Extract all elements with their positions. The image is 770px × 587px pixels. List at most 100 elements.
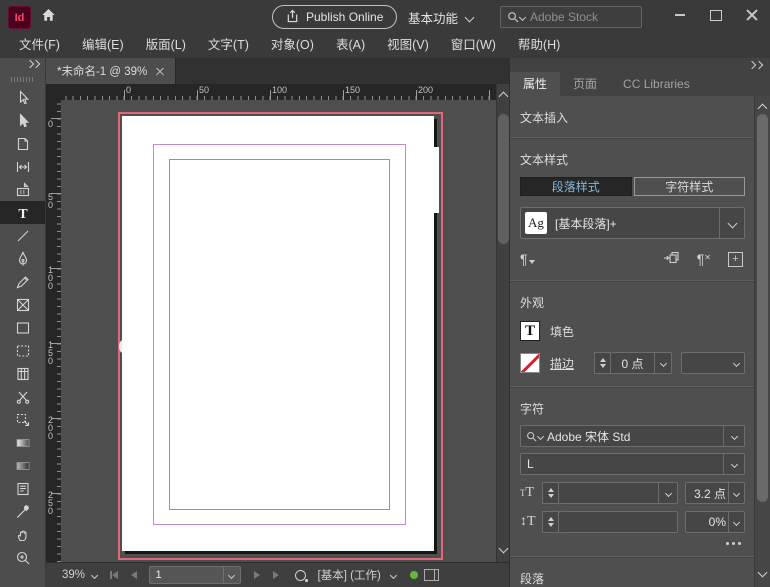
font-family-dropdown[interactable]: Adobe 宋体 Std: [520, 425, 745, 447]
panel-scrollbar[interactable]: [754, 96, 770, 587]
divider: [510, 137, 755, 138]
panel-tab-cc-libraries[interactable]: CC Libraries: [610, 72, 703, 96]
tools-collapse-button[interactable]: [0, 58, 45, 74]
leading-icon: ↕T: [520, 514, 542, 530]
canvas-vertical-scrollbar[interactable]: [496, 84, 510, 563]
home-icon[interactable]: [40, 7, 57, 26]
zoom-tool[interactable]: [0, 546, 45, 569]
gap-tool[interactable]: [0, 155, 45, 178]
panel-tab-属性[interactable]: 属性: [510, 72, 560, 96]
pencil-tool[interactable]: [0, 270, 45, 293]
fill-color-swatch[interactable]: T: [520, 321, 540, 341]
page-number-value: 1: [150, 569, 223, 581]
maximize-button[interactable]: [698, 0, 734, 30]
font-size-row: TT 3.2 点: [520, 482, 745, 504]
last-page-button[interactable]: [273, 571, 279, 579]
panel-collapse-button[interactable]: [749, 62, 762, 68]
scissors-tool[interactable]: [0, 385, 45, 408]
menu-item-帮助h[interactable]: 帮助(H): [507, 32, 571, 58]
menu-item-编辑e[interactable]: 编辑(E): [71, 32, 135, 58]
scroll-down-icon[interactable]: [499, 544, 509, 554]
previous-page-button[interactable]: [131, 571, 137, 579]
rectangle-frame-tool[interactable]: [0, 293, 45, 316]
font-search-icon: [521, 431, 547, 442]
style-tab-段落样式[interactable]: 段落样式: [520, 177, 632, 196]
menu-item-文字t[interactable]: 文字(T): [197, 32, 260, 58]
horizontal-ruler[interactable]: 050100150200: [61, 84, 497, 101]
eyedropper-tool[interactable]: [0, 500, 45, 523]
redefine-style-button[interactable]: [663, 250, 680, 268]
pen-tool[interactable]: [0, 247, 45, 270]
document-tab[interactable]: *未命名-1 @ 39%: [46, 58, 176, 84]
fill-label: 填色: [550, 323, 574, 340]
ruler-origin-corner[interactable]: [46, 84, 62, 101]
tools-drag-grip[interactable]: [11, 77, 34, 82]
rectangle-tool[interactable]: [0, 316, 45, 339]
free-transform-tool[interactable]: [0, 408, 45, 431]
zoom-level-dropdown[interactable]: 39%: [62, 569, 97, 581]
menu-item-对象o[interactable]: 对象(O): [260, 32, 325, 58]
hand-tool[interactable]: [0, 523, 45, 546]
gradient-swatch-tool[interactable]: [0, 431, 45, 454]
font-size-stepper[interactable]: [542, 482, 559, 504]
ruler-tick-label: 5 0: [48, 193, 53, 209]
stroke-weight-stepper[interactable]: [594, 352, 611, 374]
first-page-button[interactable]: [110, 571, 118, 579]
scale-dropdown[interactable]: 0%: [685, 511, 745, 533]
preflight-dropdown-icon[interactable]: [390, 571, 397, 578]
leading-dropdown[interactable]: [559, 511, 678, 533]
create-style-button[interactable]: +: [728, 252, 743, 267]
panel-tab-页面[interactable]: 页面: [560, 72, 610, 96]
content-collector-tool[interactable]: [0, 178, 45, 201]
canvas-viewport[interactable]: [61, 100, 497, 563]
size-secondary-dropdown[interactable]: 3.2 点: [685, 482, 745, 504]
page-tool[interactable]: [0, 132, 45, 155]
text-frame[interactable]: [169, 159, 390, 510]
scroll-down-icon[interactable]: [758, 568, 768, 578]
line-tool[interactable]: [0, 224, 45, 247]
workspace-switcher[interactable]: 基本功能: [408, 8, 473, 27]
font-size-icon: TT: [520, 485, 542, 501]
stroke-weight-dropdown[interactable]: 0 点: [611, 352, 672, 374]
scrollbar-thumb[interactable]: [757, 114, 768, 502]
menu-item-视图v[interactable]: 视图(V): [376, 32, 440, 58]
stroke-label[interactable]: 描边: [550, 355, 574, 372]
menu-item-窗口w[interactable]: 窗口(W): [440, 32, 507, 58]
menu-item-文件f[interactable]: 文件(F): [8, 32, 71, 58]
style-tab-字符样式[interactable]: 字符样式: [634, 177, 746, 196]
vertical-ruler[interactable]: 05 01 0 01 5 02 0 02 5 03 0 0: [46, 100, 62, 563]
more-options-button[interactable]: [520, 542, 745, 545]
adobe-stock-search-input[interactable]: Adobe Stock: [500, 6, 642, 28]
app-logo: Id: [8, 6, 31, 29]
publish-online-button[interactable]: Publish Online: [272, 5, 397, 29]
stroke-color-dropdown[interactable]: [681, 352, 745, 374]
page-number-dropdown[interactable]: 1: [149, 566, 241, 584]
chevron-down-icon: [659, 359, 666, 366]
stroke-color-swatch[interactable]: [520, 353, 540, 373]
direct-selection-tool[interactable]: [0, 109, 45, 132]
tab-close-icon[interactable]: [156, 67, 164, 75]
font-size-dropdown[interactable]: [559, 482, 678, 504]
next-page-button[interactable]: [254, 571, 260, 579]
minimize-button[interactable]: [662, 0, 698, 30]
scroll-up-icon[interactable]: [758, 104, 768, 114]
leading-stepper[interactable]: [542, 511, 559, 533]
gradient-feather-tool[interactable]: [0, 454, 45, 477]
menu-item-表a[interactable]: 表(A): [325, 32, 376, 58]
note-tool[interactable]: [0, 477, 45, 500]
panels-icon[interactable]: [424, 569, 439, 581]
paragraph-options-button[interactable]: ¶: [520, 252, 535, 266]
ellipse-tool[interactable]: [0, 339, 45, 362]
grid-tool[interactable]: [0, 362, 45, 385]
preflight-menu-icon[interactable]: [295, 570, 306, 581]
selection-tool[interactable]: [0, 86, 45, 109]
font-style-dropdown[interactable]: L: [520, 453, 745, 475]
type-tool[interactable]: T: [0, 201, 45, 224]
close-button[interactable]: [734, 0, 770, 30]
clear-overrides-button[interactable]: ¶✕: [697, 252, 711, 266]
pilcrow-icon: ¶: [520, 252, 528, 266]
menu-item-版面l[interactable]: 版面(L): [135, 32, 197, 58]
scrollbar-thumb[interactable]: [498, 114, 509, 244]
paragraph-style-dropdown[interactable]: Ag [基本段落]+: [520, 207, 745, 239]
scroll-up-icon[interactable]: [499, 92, 509, 102]
